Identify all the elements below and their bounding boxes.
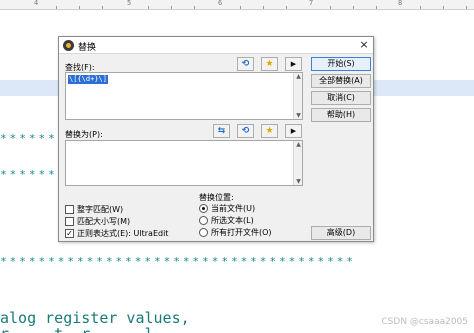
favorites-button[interactable]: ★ — [261, 57, 278, 71]
checkbox-box[interactable] — [65, 217, 74, 226]
ruler-mark: 7 — [309, 0, 314, 7]
scroll-up-icon[interactable]: ▲ — [295, 73, 302, 80]
radio-icon[interactable] — [199, 228, 208, 237]
insert-menu-button[interactable]: ▶ — [285, 124, 302, 138]
ruler-mark: 6 — [218, 0, 223, 7]
dialog-titlebar[interactable]: 替换 × — [59, 37, 373, 54]
whole-word-checkbox[interactable]: 整字匹配(W) — [65, 204, 123, 215]
close-button[interactable]: × — [357, 38, 371, 52]
code-line-stars: ************************************* — [0, 255, 357, 268]
find-scrollbar[interactable]: ▲ ▼ — [293, 73, 302, 119]
star-icon: ★ — [265, 59, 274, 69]
help-button[interactable]: 帮助(H) — [311, 108, 371, 122]
history-icon: ⟲ — [241, 59, 250, 69]
watermark: CSDN @csaaa2005 — [381, 317, 468, 327]
swap-button[interactable]: ⇆ — [213, 124, 230, 138]
cancel-button[interactable]: 取消(C) — [311, 91, 371, 105]
match-case-checkbox[interactable]: 匹配大小写(M) — [65, 216, 130, 227]
history-icon: ⟲ — [241, 126, 250, 136]
scope-all-open-files-label: 所有打开文件(O) — [211, 228, 272, 237]
insert-menu-button[interactable]: ▶ — [285, 57, 302, 71]
scroll-down-icon[interactable]: ▼ — [295, 112, 302, 119]
ruler-mark: 4 — [34, 0, 39, 7]
advanced-button[interactable]: 高级(D) — [311, 226, 371, 240]
checkmark-icon[interactable]: ✓ — [65, 229, 74, 238]
swap-icon: ⇆ — [217, 126, 226, 136]
ruler: 4 5 6 7 8 — [0, 0, 474, 10]
find-input[interactable]: \[{\d+}\] ▲ ▼ — [65, 72, 303, 120]
ruler-mark: 5 — [127, 0, 132, 7]
history-button[interactable]: ⟲ — [237, 57, 254, 71]
replace-input[interactable]: ▲ ▼ — [65, 140, 303, 186]
favorites-button[interactable]: ★ — [261, 124, 278, 138]
scroll-down-icon[interactable]: ▼ — [295, 178, 302, 185]
scope-current-file-label: 当前文件(U) — [211, 204, 256, 213]
regex-checkbox[interactable]: ✓ 正则表达式(E): UltraEdit — [65, 228, 168, 239]
regex-label: 正则表达式(E): UltraEdit — [77, 229, 169, 238]
scope-all-open-files-radio[interactable]: 所有打开文件(O) — [199, 227, 272, 238]
replace-scrollbar[interactable]: ▲ ▼ — [293, 141, 302, 185]
checkbox-box[interactable] — [65, 205, 74, 214]
play-icon: ▶ — [290, 60, 297, 68]
whole-word-label: 整字匹配(W) — [77, 205, 124, 214]
radio-selected-icon[interactable] — [199, 204, 208, 213]
dialog-title: 替换 — [78, 43, 97, 53]
scope-selected-text-label: 所选文本(L) — [211, 216, 254, 225]
scroll-up-icon[interactable]: ▲ — [295, 141, 302, 148]
play-icon: ▶ — [290, 127, 297, 135]
find-input-value: \[{\d+}\] — [68, 75, 108, 84]
star-icon: ★ — [265, 126, 274, 136]
scope-current-file-radio[interactable]: 当前文件(U) — [199, 203, 255, 214]
app-logo-icon — [63, 40, 74, 51]
replace-label: 替换为(P): — [65, 130, 103, 139]
match-case-label: 匹配大小写(M) — [77, 217, 131, 226]
replace-all-button[interactable]: 全部替换(A) — [311, 74, 371, 88]
scope-selected-text-radio[interactable]: 所选文本(L) — [199, 215, 254, 226]
start-button[interactable]: 开始(S) — [311, 57, 371, 71]
radio-icon[interactable] — [199, 216, 208, 225]
scope-title: 替换位置: — [199, 193, 234, 202]
ruler-mark: 8 — [398, 0, 403, 7]
replace-dialog: 替换 × 查找(F): ⟲ ★ ▶ \[{\d+}\] ▲ ▼ 替换为(P): … — [58, 36, 374, 242]
code-line: r _ t r _ l — [0, 325, 154, 333]
history-button[interactable]: ⟲ — [237, 124, 254, 138]
